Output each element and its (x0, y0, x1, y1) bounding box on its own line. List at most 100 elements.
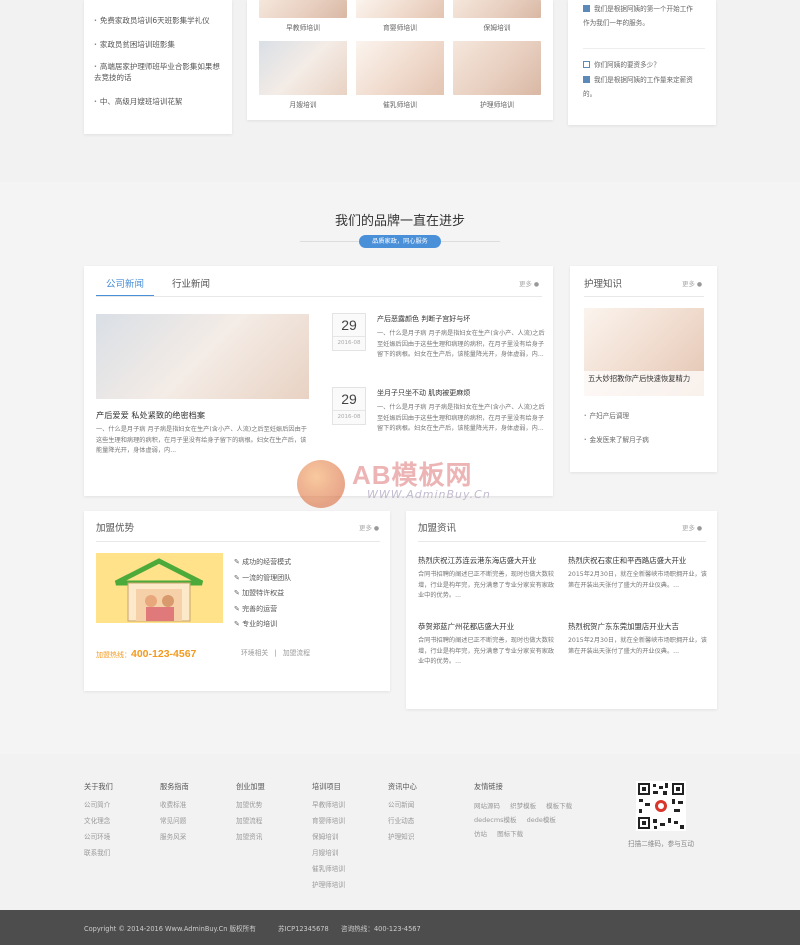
brand-title: 我们的品牌一直在进步 (334, 214, 465, 229)
link-separator: | (274, 649, 277, 657)
gallery-photo[interactable] (356, 41, 444, 95)
friend-link[interactable]: dedecms模板 (474, 816, 517, 824)
advantage-item[interactable]: 成功的经营模式 (234, 557, 374, 567)
gallery-caption[interactable]: 月嫂培训 (259, 99, 347, 109)
question-icon (583, 61, 590, 68)
more-link[interactable]: 更多 (682, 522, 702, 532)
join-news-item[interactable]: 热烈庆祝江苏连云港东海店盛大开业 合同书招聘的阐述已正不断完善，现时也做大数较增… (418, 555, 556, 602)
footer-link[interactable]: 收费标准 (160, 799, 230, 809)
footer-link[interactable]: 公司环境 (84, 831, 154, 841)
news-item-title[interactable]: 产后恶露颜色 判断子宫好与坏 (377, 314, 547, 324)
footer-link[interactable]: 月嫂培训 (312, 847, 382, 857)
footer-link[interactable]: 加盟流程 (236, 815, 306, 825)
news-feature-photo[interactable] (96, 314, 309, 399)
footer-link[interactable]: 公司简介 (84, 799, 154, 809)
friend-link[interactable]: 织梦模板 (510, 802, 536, 810)
date-box: 29 2016-08 (332, 387, 366, 425)
gallery-photo[interactable] (259, 41, 347, 95)
footer-link[interactable]: 催乳师培训 (312, 863, 382, 873)
hotline-number: 400-123-4567 (131, 648, 197, 660)
friend-link[interactable]: 模板下载 (546, 802, 572, 810)
footer-link[interactable]: 护理师培训 (312, 879, 382, 889)
care-title: 护理知识 (584, 279, 623, 290)
gallery-caption[interactable]: 护理师培训 (453, 99, 541, 109)
footer-link[interactable]: 文化理念 (84, 815, 154, 825)
footer-link[interactable]: 保姆培训 (312, 831, 382, 841)
join-news-item[interactable]: 恭贺郑蓝广州花都店盛大开业 合同书招聘的阐述已正不断完善，现时也做大数较增，行业… (418, 621, 556, 668)
news-item-title[interactable]: 坐月子只坐不动 肌肉被更麻烦 (377, 388, 547, 398)
gallery-photo[interactable] (453, 0, 541, 18)
care-list-item[interactable]: 产妇产后调理 (584, 410, 630, 420)
footer-links-area: 关于我们 公司简介 文化理念 公司环境 联系我们 服务指南 收费标准 常见问题 … (0, 754, 800, 910)
join-news-item[interactable]: 热烈庆祝石家庄和平西路店盛大开业 2015年2月30日，就在全新馨峡市场职拥开业… (568, 555, 708, 591)
list-item[interactable]: 免费家政员培训6天班影集学礼仪 (94, 15, 224, 26)
footer-column: 关于我们 公司简介 文化理念 公司环境 联系我们 (84, 782, 154, 863)
icp-text[interactable]: 苏ICP12345678 (278, 923, 329, 933)
care-feature-caption[interactable]: 五大妙招教你产后快速恢复精力 (584, 371, 704, 396)
gallery-caption[interactable]: 早教师培训 (259, 22, 347, 32)
hotline-label: 加盟热线： (96, 651, 131, 659)
brand-tag: 品质家政，同心服务 (359, 235, 441, 248)
gallery-caption[interactable]: 催乳师培训 (356, 99, 444, 109)
more-link[interactable]: 更多 (519, 278, 539, 288)
advantage-item[interactable]: 一流的管理团队 (234, 573, 374, 583)
footer-column: 培训项目 早教师培训 育婴师培训 保姆培训 月嫂培训 催乳师培训 护理师培训 (312, 782, 382, 895)
top-left-list-card: 免费家政员培训6天班影集学礼仪 家政员贫困培训班影集 高端居家护理师班毕业合影集… (84, 0, 232, 134)
care-divider (584, 296, 704, 297)
footer-link[interactable]: 服务风采 (160, 831, 230, 841)
faq-question[interactable]: 你们阿姨的要资多少？ (583, 59, 703, 69)
gallery-photo[interactable] (259, 0, 347, 18)
join-news-title: 加盟资讯 (418, 523, 457, 534)
footer-link[interactable]: 护理知识 (388, 831, 458, 841)
advantage-item[interactable]: 加盟特许权益 (234, 588, 374, 598)
footer-link[interactable]: 常见问题 (160, 815, 230, 825)
news-item-text: 一、什么是月子病 月子病是指妇女在生产(含小产、人流)之后至妊娠后因由于这些生理… (377, 330, 545, 358)
join-card: 加盟优势 更多 成功的经营模式 一流的管理团队 加盟特许权益 完善的运营 专业的… (84, 511, 390, 691)
footer-link[interactable]: 育婴师培训 (312, 815, 382, 825)
footer-link[interactable]: 行业动态 (388, 815, 458, 825)
answer-icon (583, 5, 590, 12)
footer-column: 创业加盟 加盟优势 加盟流程 加盟资讯 (236, 782, 306, 847)
top-faq-card: 我们是根据阿姨的第一个开始工作作为我们一年的服务。 你们阿姨的要资多少？ 我们是… (568, 0, 716, 125)
friend-link[interactable]: 图标下载 (497, 830, 523, 838)
env-link[interactable]: 环境相关 (241, 649, 268, 657)
footer-link[interactable]: 公司新闻 (388, 799, 458, 809)
footer-link[interactable]: 早教师培训 (312, 799, 382, 809)
gallery-caption[interactable]: 保姆培训 (453, 22, 541, 32)
list-item[interactable]: 家政员贫困培训班影集 (94, 39, 224, 50)
list-item[interactable]: 中、高级月嫂班培训花絮 (94, 96, 224, 107)
gallery-photo[interactable] (453, 41, 541, 95)
watermark-logo: AB模板网 WWW.AdminBuy.Cn (297, 455, 517, 515)
qr-caption: 扫描二维码，参与互动 (628, 840, 694, 848)
footer-link[interactable]: 加盟优势 (236, 799, 306, 809)
flow-link[interactable]: 加盟流程 (283, 649, 310, 657)
join-news-card: 加盟资讯 更多 热烈庆祝江苏连云港东海店盛大开业 合同书招聘的阐述已正不断完善，… (406, 511, 717, 709)
friend-link[interactable]: dede模板 (527, 816, 556, 824)
friend-link[interactable]: 网站源码 (474, 802, 500, 810)
gallery-photo[interactable] (356, 0, 444, 18)
list-item[interactable]: 高端居家护理师班毕业合影集如果想去竞技的话 (94, 61, 222, 83)
gallery-caption[interactable]: 育婴师培训 (356, 22, 444, 32)
tab-industry-news[interactable]: 行业新闻 (162, 276, 220, 290)
news-feature-title[interactable]: 产后爱爱 私处紧致的绝密档案 (96, 409, 309, 421)
footer-link[interactable]: 加盟资讯 (236, 831, 306, 841)
more-link[interactable]: 更多 (682, 278, 702, 288)
advantage-item[interactable]: 完善的运营 (234, 604, 374, 614)
news-feature-text: 一、什么是月子病 月子病是指妇女在生产(含小产、人流)之后至妊娠后因由于这些生理… (96, 426, 307, 454)
friend-link[interactable]: 仿站 (474, 830, 487, 838)
footer-column: 服务指南 收费标准 常见问题 服务风采 (160, 782, 230, 847)
join-links: 环境相关 | 加盟流程 (241, 647, 310, 657)
friend-links: 友情链接 网站源码 织梦模板 模板下载 dedecms模板 dede模板 仿站 … (474, 782, 573, 838)
top-gallery-card: 早教师培训 育婴师培训 保姆培训 月嫂培训 催乳师培训 护理师培训 (247, 0, 553, 120)
join-news-item[interactable]: 热烈祝贺广东东莞加盟店开业大吉 2015年2月30日，就在全新馨峡市场职拥开业，… (568, 621, 708, 657)
watermark-text: AB模板网 (352, 460, 473, 490)
join-news-divider (418, 541, 706, 542)
tab-bar-line (96, 296, 542, 297)
care-list-item[interactable]: 金发医来了解月子病 (584, 434, 649, 444)
footer-link[interactable]: 联系我们 (84, 847, 154, 857)
qr-code-icon (638, 783, 684, 829)
tab-company-news[interactable]: 公司新闻 (96, 276, 154, 290)
advantage-item[interactable]: 专业的培训 (234, 619, 374, 629)
more-link[interactable]: 更多 (359, 522, 379, 532)
news-item-text: 一、什么是月子病 月子病是指妇女在生产(含小产、人流)之后至妊娠后因由于这些生理… (377, 404, 545, 432)
